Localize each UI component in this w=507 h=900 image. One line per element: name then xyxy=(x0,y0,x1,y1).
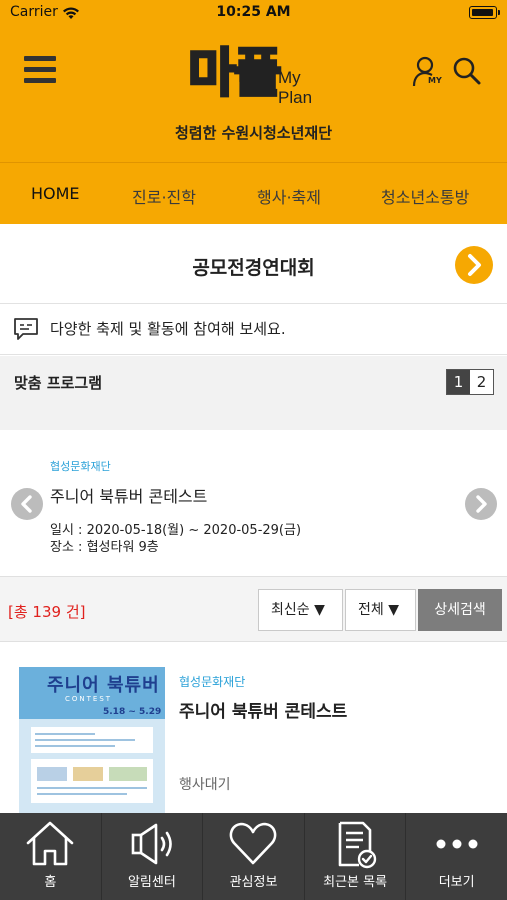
chevron-right-icon xyxy=(476,495,487,513)
nav-item-career[interactable]: 진로·진학 xyxy=(132,184,196,208)
chevron-right-icon xyxy=(468,254,481,276)
bottom-tab-bar: 홈 알림센터 관심정보 최근본 목록 더보기 xyxy=(0,813,507,900)
section-more-button[interactable] xyxy=(455,246,493,284)
result-count: [총 139 건] xyxy=(8,603,86,621)
poster-block xyxy=(31,759,153,803)
program-pager: 1 2 xyxy=(446,369,494,395)
poster-line xyxy=(37,793,127,795)
header-tagline: 청렴한 수원시청소년재단 xyxy=(174,124,333,142)
heart-icon xyxy=(203,819,304,869)
carousel-prev-button[interactable] xyxy=(11,488,43,520)
poster-line xyxy=(37,787,147,789)
poster-line xyxy=(35,745,115,747)
menu-bar-icon xyxy=(24,56,56,61)
status-bar: Carrier 10:25 AM xyxy=(0,0,507,26)
list-item-status: 행사대기 xyxy=(179,777,231,793)
section-header: 공모전경연대회 xyxy=(0,224,507,304)
carousel-next-button[interactable] xyxy=(465,488,497,520)
tab-notifications[interactable]: 알림센터 xyxy=(102,813,204,900)
chat-bubble-icon xyxy=(12,316,40,346)
status-time: 10:25 AM xyxy=(216,4,291,20)
tab-label: 알림센터 xyxy=(127,875,176,890)
more-icon xyxy=(406,819,507,869)
poster-date: 5.18 ~ 5.29 xyxy=(103,707,162,717)
poster-image xyxy=(73,767,103,781)
tab-label: 최근본 목록 xyxy=(323,875,388,890)
home-icon xyxy=(0,819,101,869)
description-text: 다양한 축제 및 활동에 참여해 보세요. xyxy=(50,320,286,338)
poster-title: 주니어 북튜버 xyxy=(47,675,160,696)
detail-search-button[interactable]: 상세검색 xyxy=(418,589,502,631)
page-button-1[interactable]: 1 xyxy=(447,370,470,394)
logo-sub-text: My xyxy=(278,68,301,87)
list-item[interactable]: 주니어 북튜버 CONTEST 5.18 ~ 5.29 협성문화재단 주니어 북… xyxy=(0,643,507,813)
tab-favorites[interactable]: 관심정보 xyxy=(203,813,305,900)
nav-item-youth-board[interactable]: 청소년소통방 xyxy=(381,184,469,208)
my-label: MY xyxy=(428,76,442,85)
section-description: 다양한 축제 및 활동에 참여해 보세요. xyxy=(0,305,507,355)
page-title: 공모전경연대회 xyxy=(192,257,315,279)
poster-line xyxy=(35,739,135,741)
nav-item-events[interactable]: 행사·축제 xyxy=(257,184,321,208)
tab-label: 더보기 xyxy=(438,875,475,890)
menu-bar-icon xyxy=(24,78,56,83)
logo-sub-text: Plan xyxy=(278,88,313,107)
menu-bar-icon xyxy=(24,67,56,72)
hamburger-menu-button[interactable] xyxy=(24,56,58,84)
search-icon xyxy=(453,57,481,85)
poster-subtitle: CONTEST xyxy=(65,695,113,703)
program-carousel: 협성문화재단 주니어 북튜버 콘테스트 일시 : 2020-05-18(월) ~… xyxy=(0,430,507,576)
program-title: 맞춤 프로그램 xyxy=(14,374,103,392)
speaker-icon xyxy=(102,819,203,869)
document-check-icon xyxy=(305,819,406,869)
nav-item-home[interactable]: HOME xyxy=(31,184,80,203)
tab-home[interactable]: 홈 xyxy=(0,813,102,900)
program-place: 장소 : 협성타워 9층 xyxy=(50,540,159,555)
search-button[interactable] xyxy=(452,56,484,88)
main-nav: HOME 진로·진학 행사·축제 청소년소통방 xyxy=(0,162,507,224)
list-item-title: 주니어 북튜버 콘테스트 xyxy=(179,702,348,722)
poster-image xyxy=(37,767,67,781)
tab-more[interactable]: 더보기 xyxy=(406,813,507,900)
list-item-org: 협성문화재단 xyxy=(179,675,246,689)
category-select[interactable]: 전체 ▼ xyxy=(345,589,416,631)
page-button-2[interactable]: 2 xyxy=(470,370,493,394)
app-logo[interactable]: 마플 My Plan xyxy=(187,43,328,114)
tab-recent[interactable]: 최근본 목록 xyxy=(305,813,407,900)
recommended-program-header: 맞춤 프로그램 1 2 xyxy=(0,356,507,430)
app-header: 마플 My Plan 청렴한 수원시청소년재단 MY xyxy=(0,26,507,162)
list-filter-bar: [총 139 건] 최신순 ▼ 전체 ▼ 상세검색 xyxy=(0,576,507,642)
poster-line xyxy=(35,733,95,735)
poster-image xyxy=(109,767,147,781)
tab-label: 홈 xyxy=(44,875,57,890)
sort-select[interactable]: 최신순 ▼ xyxy=(258,589,343,631)
my-page-button[interactable]: MY xyxy=(412,56,448,90)
poster-thumbnail: 주니어 북튜버 CONTEST 5.18 ~ 5.29 xyxy=(19,667,165,813)
logo-main-text: 마플 xyxy=(187,43,284,106)
chevron-left-icon xyxy=(21,495,32,513)
program-card-title[interactable]: 주니어 북튜버 콘테스트 xyxy=(50,483,207,507)
tab-label: 관심정보 xyxy=(229,875,278,890)
battery-icon xyxy=(469,6,500,19)
program-org: 협성문화재단 xyxy=(50,460,111,473)
